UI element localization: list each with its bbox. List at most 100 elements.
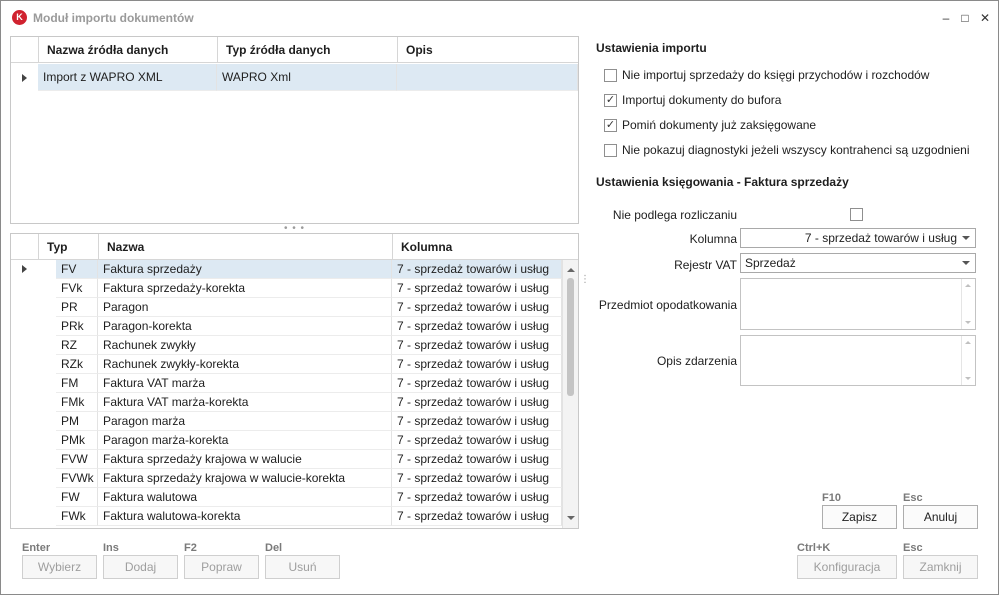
configuration-button[interactable]: Konfiguracja [797,555,897,579]
scroll-down-icon[interactable] [567,516,575,520]
import-option-label[interactable]: Importuj dokumenty do bufora [622,93,781,107]
column-header-nazwa[interactable]: Nazwa [98,234,392,260]
document-types-grid[interactable]: Typ Nazwa Kolumna FV Faktura sprzedaży 7 -… [10,233,579,529]
kolumna-cell: 7 - sprzedaż towarów i usług [392,431,562,450]
table-row[interactable]: FV Faktura sprzedaży 7 - sprzedaż towarów … [11,260,562,279]
table-row[interactable]: FM Faktura VAT marża 7 - sprzedaż towarów … [11,374,562,393]
nazwa-cell: Paragon marża [98,412,392,431]
typ-cell: PRk [56,317,98,336]
typ-cell: PM [56,412,98,431]
nazwa-cell: Faktura sprzedaży [98,260,392,279]
table-row[interactable]: PM Paragon marża 7 - sprzedaż towarów i us… [11,412,562,431]
kolumna-label: Kolumna [689,232,737,246]
import-option-label[interactable]: Nie pokazuj diagnostyki jeżeli wszyscy k… [622,143,970,157]
column-header-source-name[interactable]: Nazwa źródła danych [38,37,218,63]
column-header-typ[interactable]: Typ [38,234,98,260]
app-logo-icon: K [12,10,27,25]
scrollbar-thumb[interactable] [567,278,574,396]
import-option-checkbox[interactable] [604,144,617,157]
memo-scrollbar[interactable] [961,279,975,329]
rejestr-vat-select[interactable]: Sprzedaż [740,253,976,273]
delete-hotkey: Del [265,542,283,554]
typ-cell: FM [56,374,98,393]
select-hotkey: Enter [22,542,51,554]
import-option-checkbox[interactable] [604,69,617,82]
vertical-splitter[interactable]: ⋮ [580,274,591,285]
configuration-hotkey: Ctrl+K [797,542,831,554]
table-row[interactable]: FVW Faktura sprzedaży krajowa w walucie 7 … [11,450,562,469]
table-row[interactable]: PMk Paragon marża-korekta 7 - sprzedaż tow… [11,431,562,450]
source-type-cell: WAPRO Xml [217,64,397,91]
data-sources-grid[interactable]: Nazwa źródła danych Typ źródła danych Op… [10,36,579,224]
kolumna-cell: 7 - sprzedaż towarów i usług [392,450,562,469]
typ-cell: PR [56,298,98,317]
save-button[interactable]: Zapisz [822,505,897,529]
typ-cell: FVW [56,450,98,469]
scroll-up-icon[interactable] [965,284,971,287]
cancel-button[interactable]: Anuluj [903,505,978,529]
typ-cell: FVWk [56,469,98,488]
memo-scrollbar[interactable] [961,336,975,385]
typ-cell: FVk [56,279,98,298]
select-button[interactable]: Wybierz [22,555,97,579]
minimize-button[interactable]: – [937,9,955,27]
typ-cell: PMk [56,431,98,450]
add-button[interactable]: Dodaj [103,555,178,579]
table-row[interactable]: FVk Faktura sprzedaży-korekta 7 - sprzedaż… [11,279,562,298]
table-row[interactable]: FMk Faktura VAT marża-korekta 7 - sprzedaż… [11,393,562,412]
table-row[interactable]: Import z WAPRO XML WAPRO Xml [11,64,578,91]
import-option-label[interactable]: Pomiń dokumenty już zaksięgowane [622,118,816,132]
kolumna-cell: 7 - sprzedaż towarów i usług [392,355,562,374]
przedmiot-opodatkowania-label: Przedmiot opodatkowania [598,298,737,312]
opis-zdarzenia-input[interactable] [740,335,976,386]
scroll-up-icon[interactable] [567,268,575,272]
kolumna-cell: 7 - sprzedaż towarów i usług [392,336,562,355]
close-hotkey: Esc [903,542,923,554]
column-header-description[interactable]: Opis [397,37,578,63]
table-row[interactable]: PR Paragon 7 - sprzedaż towarów i usług [11,298,562,317]
nazwa-cell: Paragon-korekta [98,317,392,336]
import-option-checkbox[interactable]: ✓ [604,94,617,107]
kolumna-select[interactable]: 7 - sprzedaż towarów i usług [740,228,976,248]
add-hotkey: Ins [103,542,119,554]
kolumna-select-value: 7 - sprzedaż towarów i usług [804,231,957,245]
scroll-up-icon[interactable] [965,341,971,344]
source-desc-cell [397,64,578,91]
delete-button[interactable]: Usuń [265,555,340,579]
window-title: Moduł importu dokumentów [33,11,194,25]
column-header-source-type[interactable]: Typ źródła danych [217,37,397,63]
data-sources-header: Nazwa źródła danych Typ źródła danych Op… [11,37,578,63]
scroll-down-icon[interactable] [965,321,971,324]
types-grid-scrollbar[interactable] [562,260,578,528]
nazwa-cell: Faktura walutowa-korekta [98,507,392,526]
table-row[interactable]: RZk Rachunek zwykły-korekta 7 - sprzedaż t… [11,355,562,374]
edit-button[interactable]: Popraw [184,555,259,579]
table-row[interactable]: RZ Rachunek zwykły 7 - sprzedaż towarów i … [11,336,562,355]
nazwa-cell: Rachunek zwykły-korekta [98,355,392,374]
nazwa-cell: Faktura sprzedaży krajowa w walucie-kore… [98,469,392,488]
table-row[interactable]: PRk Paragon-korekta 7 - sprzedaż towarów i… [11,317,562,336]
kolumna-cell: 7 - sprzedaż towarów i usług [392,412,562,431]
nazwa-cell: Faktura walutowa [98,488,392,507]
column-header-kolumna[interactable]: Kolumna [392,234,562,260]
typ-cell: FWk [56,507,98,526]
rejestr-vat-label: Rejestr VAT [674,258,737,272]
table-row[interactable]: FWk Faktura walutowa-korekta 7 - sprzedaż … [11,507,562,526]
close-dialog-button[interactable]: Zamknij [903,555,978,579]
title-bar: K Moduł importu dokumentów – □ ✕ [1,1,998,35]
import-option-label[interactable]: Nie importuj sprzedaży do księgi przycho… [622,68,929,82]
kolumna-cell: 7 - sprzedaż towarów i usług [392,374,562,393]
table-row[interactable]: FVWk Faktura sprzedaży krajowa w walucie-… [11,469,562,488]
scroll-down-icon[interactable] [965,377,971,380]
typ-cell: RZ [56,336,98,355]
maximize-button[interactable]: □ [956,9,974,27]
cancel-hotkey: Esc [903,492,923,504]
nazwa-cell: Rachunek zwykły [98,336,392,355]
import-option-checkbox[interactable]: ✓ [604,119,617,132]
close-button[interactable]: ✕ [976,9,994,27]
kolumna-cell: 7 - sprzedaż towarów i usług [392,279,562,298]
not-settled-checkbox[interactable] [850,208,863,221]
przedmiot-opodatkowania-input[interactable] [740,278,976,330]
source-name-cell: Import z WAPRO XML [38,64,217,91]
table-row[interactable]: FW Faktura walutowa 7 - sprzedaż towarów i… [11,488,562,507]
